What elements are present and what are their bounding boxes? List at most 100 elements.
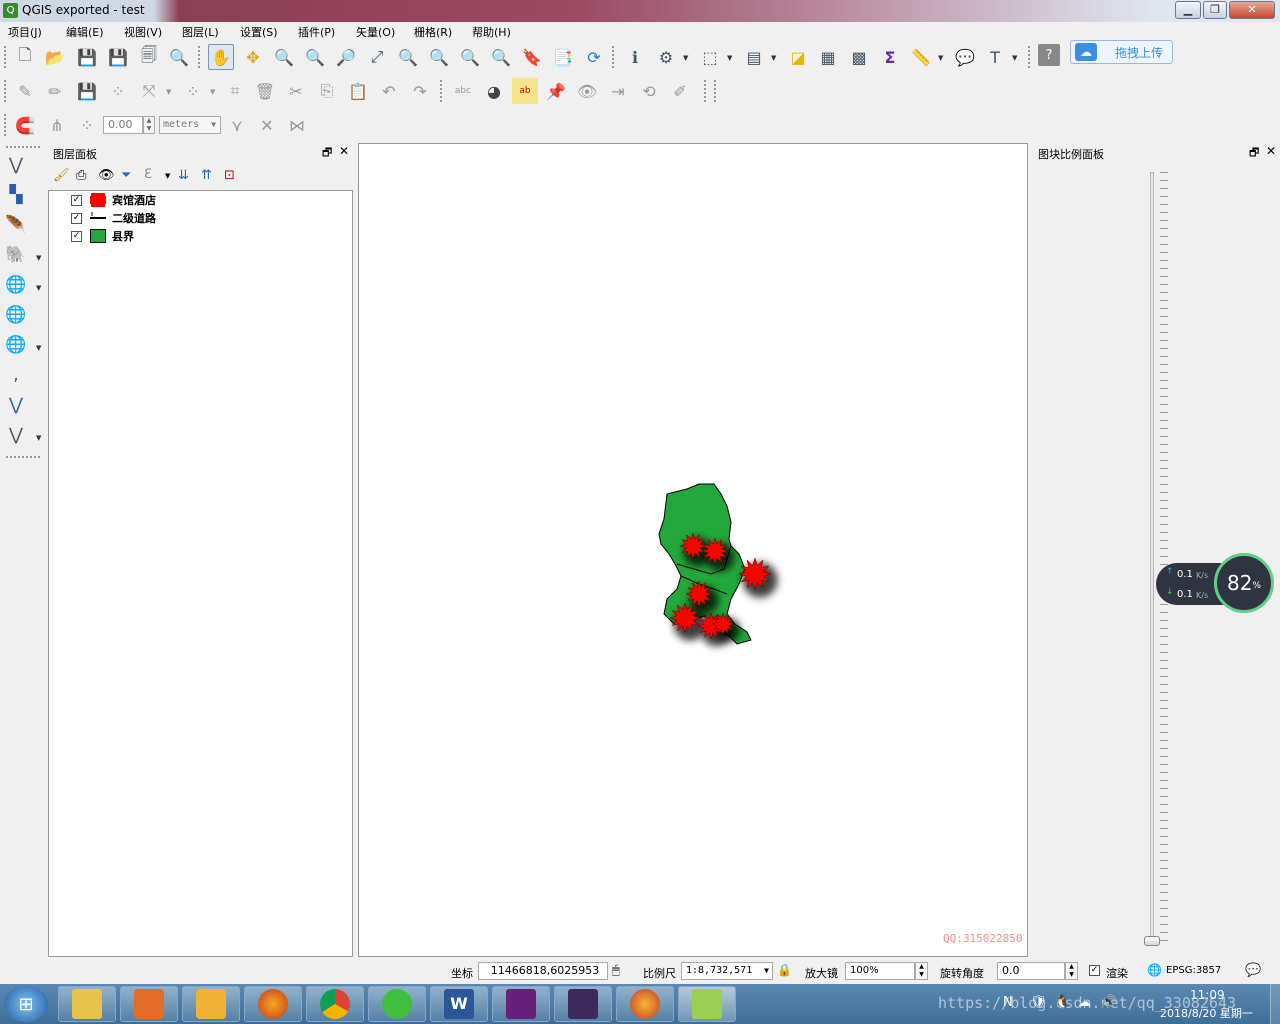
filter-icon[interactable]: ⏷ xyxy=(121,168,131,183)
menu-project[interactable]: 项目(J) xyxy=(8,24,42,40)
clock-time[interactable]: 11:09 xyxy=(1190,988,1225,1002)
measure-icon[interactable]: 📏 xyxy=(908,44,934,70)
visibility-icon[interactable]: 👁 xyxy=(98,168,115,183)
zoom-native-icon[interactable]: 🔎 xyxy=(333,44,359,70)
start-button[interactable]: ⊞ xyxy=(4,986,48,1022)
zoom-in-icon[interactable]: 🔍 xyxy=(271,44,297,70)
pan-icon[interactable]: ✋ xyxy=(208,44,234,70)
chevron-down-icon[interactable]: ▼ xyxy=(165,172,170,180)
toolbar-grip[interactable] xyxy=(198,46,201,68)
zoom-last-icon[interactable]: 🔍 xyxy=(457,44,483,70)
new-project-icon[interactable]: 🗋 xyxy=(12,44,38,70)
taskbar-firefox[interactable] xyxy=(244,986,302,1022)
chevron-down-icon[interactable]: ▼ xyxy=(36,284,41,292)
chevron-down-icon[interactable]: ▼ xyxy=(210,88,215,96)
identify-icon[interactable]: ℹ xyxy=(622,44,648,70)
diagram-icon[interactable]: ◕ xyxy=(481,78,507,104)
taskbar-music[interactable] xyxy=(368,986,426,1022)
close-panel-icon[interactable]: ✕ xyxy=(1266,144,1276,158)
pin-labels-icon[interactable]: 📌 xyxy=(543,78,569,104)
map-canvas[interactable]: QQ:315022850 xyxy=(358,143,1028,957)
taskbar-explorer[interactable] xyxy=(58,986,116,1022)
digitize-mode-icon[interactable]: ⋔ xyxy=(44,112,70,138)
move-label-icon[interactable]: ⇥ xyxy=(605,78,631,104)
toolbar-grip[interactable] xyxy=(612,46,615,68)
scale-select[interactable]: 1:8,732,571 ▼ xyxy=(681,962,773,980)
menu-plugins[interactable]: 插件(P) xyxy=(298,24,335,40)
memory-gauge[interactable]: 82% xyxy=(1214,553,1274,613)
close-panel-icon[interactable]: ✕ xyxy=(339,144,349,158)
float-panel-icon[interactable]: 🗗 xyxy=(322,144,332,163)
tray-shield-icon[interactable]: 🛡 xyxy=(1030,995,1047,1010)
layer-row-hotels[interactable]: ✓ 宾馆酒店 xyxy=(71,192,156,208)
taskbar-app2[interactable] xyxy=(616,986,674,1022)
taskbar-media[interactable] xyxy=(120,986,178,1022)
lock-scale-icon[interactable]: 🔒 xyxy=(777,963,792,977)
add-virtual-layer-icon[interactable]: ⋁ xyxy=(3,392,29,418)
layer-row-counties[interactable]: ✓ 县界 xyxy=(71,228,134,244)
chevron-down-icon[interactable]: ▼ xyxy=(166,88,171,96)
toolbar-grip[interactable] xyxy=(1028,46,1031,68)
zoom-next-icon[interactable]: 🔍 xyxy=(488,44,514,70)
add-wms-icon[interactable]: 🌐 xyxy=(3,272,29,298)
taskbar-qgis[interactable] xyxy=(678,986,736,1022)
save-project-icon[interactable]: 💾 xyxy=(74,44,100,70)
tray-volume-icon[interactable]: 🔊 xyxy=(1101,995,1117,1010)
taskbar-eclipse[interactable] xyxy=(554,986,612,1022)
render-checkbox[interactable]: ✓ xyxy=(1089,965,1100,976)
taskbar-word[interactable]: W xyxy=(430,986,488,1022)
zoom-to-selection-icon[interactable]: 🔍 xyxy=(395,44,421,70)
statistics-icon[interactable]: Σ xyxy=(877,44,903,70)
tray-qq-icon[interactable]: 🐧 xyxy=(1054,995,1070,1010)
map-tips-icon[interactable]: 💬 xyxy=(952,44,978,70)
remove-layer-icon[interactable]: ⊡ xyxy=(224,168,235,183)
expand-all-icon[interactable]: ⇊ xyxy=(178,168,189,183)
save-edits-icon[interactable]: 💾 xyxy=(74,78,100,104)
magnifier-spinner[interactable]: ▲ ▼ xyxy=(915,962,928,980)
tolerance-spinner[interactable]: ▲ ▼ xyxy=(143,116,155,134)
magnifier-field[interactable]: 100% xyxy=(845,962,915,980)
chevron-down-icon[interactable]: ▼ xyxy=(771,54,776,62)
add-delimited-text-icon[interactable]: , xyxy=(3,362,29,388)
pan-to-selection-icon[interactable]: ✥ xyxy=(240,44,266,70)
close-button[interactable]: ✕ xyxy=(1229,1,1275,19)
taskbar-app[interactable] xyxy=(182,986,240,1022)
extend-icon[interactable]: ⋈ xyxy=(284,112,310,138)
select-features-icon[interactable]: ⬚ xyxy=(697,44,723,70)
chevron-down-icon[interactable]: ▼ xyxy=(938,54,943,62)
layer-checkbox[interactable]: ✓ xyxy=(71,230,82,242)
paste-features-icon[interactable]: 📋 xyxy=(345,78,371,104)
menu-settings[interactable]: 设置(S) xyxy=(240,24,278,40)
taskbar-chrome[interactable] xyxy=(306,986,364,1022)
run-action-icon[interactable]: ⚙ xyxy=(653,44,679,70)
tray-cloud-icon[interactable]: ☁ xyxy=(1078,995,1091,1010)
menu-layer[interactable]: 图层(L) xyxy=(182,24,219,40)
chevron-down-icon[interactable]: ▼ xyxy=(1012,54,1017,62)
toggle-editing-icon[interactable]: ✏ xyxy=(42,78,68,104)
tray-icon[interactable]: N xyxy=(1003,995,1013,1010)
vertex-tool-icon[interactable]: ⌗ xyxy=(222,78,248,104)
rotation-field[interactable]: 0.0 xyxy=(997,962,1065,980)
show-desktop-button[interactable] xyxy=(1270,984,1280,1024)
add-group-icon[interactable]: ⎙ xyxy=(76,168,86,183)
toolbar-grip[interactable] xyxy=(4,46,7,68)
minimize-button[interactable]: ▁ xyxy=(1175,1,1201,19)
scale-slider-handle[interactable] xyxy=(1144,936,1160,946)
show-bookmarks-icon[interactable]: 📑 xyxy=(550,44,576,70)
tolerance-input[interactable]: 0.00 xyxy=(103,116,143,134)
taskbar-visual-studio[interactable] xyxy=(492,986,550,1022)
toggle-extents-icon[interactable]: 🖱 xyxy=(612,963,620,978)
deselect-icon[interactable]: ◪ xyxy=(785,44,811,70)
crs-label[interactable]: EPSG:3857 xyxy=(1166,965,1221,976)
new-bookmark-icon[interactable]: 🔖 xyxy=(519,44,545,70)
messages-icon[interactable]: 💬 xyxy=(1245,963,1261,978)
delete-selected-icon[interactable]: 🗑 xyxy=(252,78,278,104)
chevron-down-icon[interactable]: ▼ xyxy=(36,254,41,262)
chevron-down-icon[interactable]: ▼ xyxy=(36,434,41,442)
chevron-down-icon[interactable]: ▼ xyxy=(727,54,732,62)
zoom-full-icon[interactable]: ⤢ xyxy=(364,44,390,70)
layer-row-roads[interactable]: ✓ 二级道路 xyxy=(71,210,156,226)
menu-raster[interactable]: 栅格(R) xyxy=(414,24,452,40)
open-project-icon[interactable]: 📂 xyxy=(42,44,68,70)
change-label-icon[interactable]: ✐ xyxy=(667,78,693,104)
